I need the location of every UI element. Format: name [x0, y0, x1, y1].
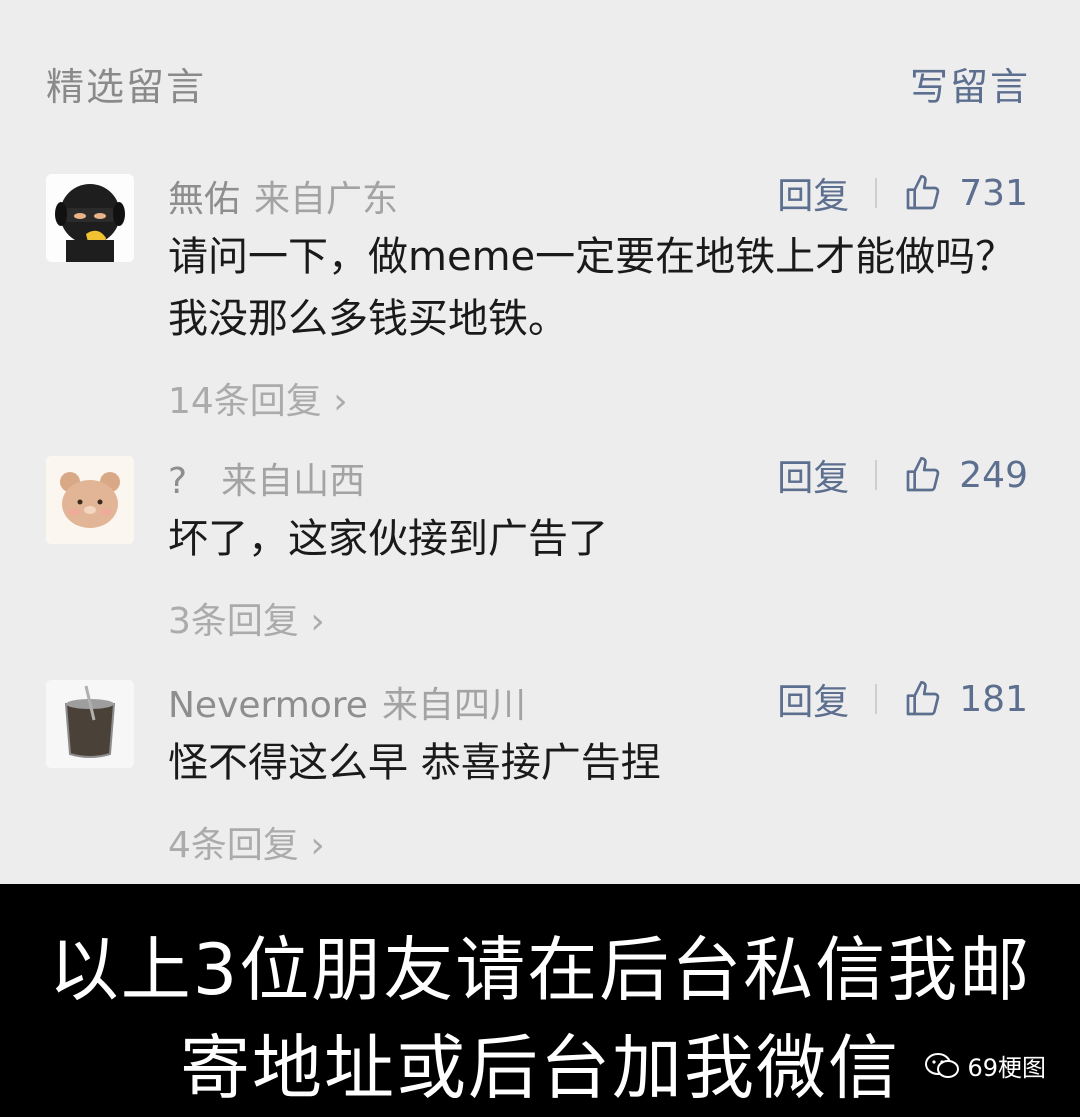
like-button[interactable]: 249 — [903, 455, 1028, 496]
watermark-text: 69梗图 — [967, 1054, 1046, 1082]
like-count: 181 — [959, 678, 1028, 720]
comment-author-line: ? 来自山西 — [168, 452, 365, 504]
reply-button[interactable]: 回复 — [777, 449, 849, 501]
comment-location: 来自广东 — [254, 179, 399, 220]
ninja-avatar-icon — [46, 174, 134, 262]
comment-text: 坏了，这家伙接到广告了 — [168, 516, 608, 562]
chevron-right-icon: › — [298, 601, 325, 642]
caption-banner: 以上3位朋友请在后台私信我邮 寄地址或后台加我微信 69梗图 — [0, 884, 1080, 1117]
comment-author-line: 無佑 来自广东 — [168, 170, 398, 222]
like-count: 731 — [959, 172, 1028, 214]
bear-avatar-icon — [46, 456, 134, 544]
thumbs-up-icon — [906, 175, 940, 210]
featured-comments-title: 精选留言 — [46, 65, 207, 109]
thumbs-up-icon — [906, 681, 940, 716]
thumbs-up-icon — [906, 457, 940, 492]
comment-text: 请问一下，做meme一定要在地铁上才能做吗？我没那么多钱买地铁。 — [168, 234, 1016, 342]
comment-author: 無佑 — [168, 179, 241, 220]
comment-author: ? — [168, 461, 188, 502]
comments-header: 精选留言 写留言 — [0, 0, 1080, 160]
comment-actions: 回复 731 — [777, 168, 1028, 218]
view-replies-link[interactable]: 14条回复 › — [168, 372, 348, 424]
wechat-icon — [925, 1052, 960, 1078]
like-button[interactable]: 731 — [903, 173, 1028, 214]
like-button[interactable]: 181 — [903, 679, 1028, 720]
comment-text: 怪不得这么早 恭喜接广告捏 — [168, 740, 661, 786]
replies-count: 4条回复 — [168, 825, 299, 866]
comment-author: Nevermore — [168, 685, 368, 726]
watermark: 69梗图 — [925, 1048, 1046, 1083]
view-replies-link[interactable]: 4条回复 › — [168, 816, 325, 868]
divider — [875, 684, 878, 714]
comment-location: 来自四川 — [381, 685, 526, 726]
avatar[interactable] — [46, 456, 134, 544]
reply-button[interactable]: 回复 — [777, 167, 849, 219]
replies-count: 14条回复 — [168, 381, 322, 422]
beaker-avatar-icon — [46, 680, 134, 768]
comment-actions: 回复 249 — [777, 450, 1028, 500]
chevron-right-icon: › — [321, 381, 348, 422]
reply-button[interactable]: 回复 — [777, 673, 849, 725]
comment-actions: 回复 181 — [777, 674, 1028, 724]
avatar[interactable] — [46, 174, 134, 262]
like-count: 249 — [959, 454, 1028, 496]
caption-line-1: 以上3位朋友请在后台私信我邮 — [48, 929, 1032, 1011]
divider — [875, 460, 878, 490]
view-replies-link[interactable]: 3条回复 › — [168, 592, 325, 644]
divider — [875, 178, 878, 208]
replies-count: 3条回复 — [168, 601, 299, 642]
write-comment-button[interactable]: 写留言 — [910, 56, 1030, 111]
chevron-right-icon: › — [298, 825, 325, 866]
comment-location: 来自山西 — [221, 461, 366, 502]
avatar[interactable] — [46, 680, 134, 768]
comment-author-line: Nevermore 来自四川 — [168, 676, 526, 728]
caption-line-2: 寄地址或后台加我微信 — [180, 1027, 900, 1109]
